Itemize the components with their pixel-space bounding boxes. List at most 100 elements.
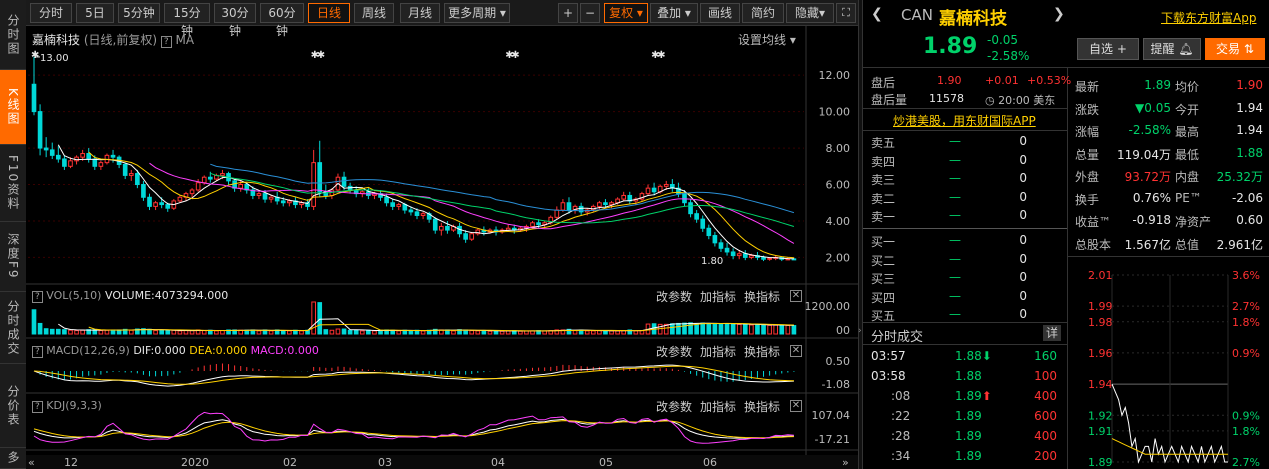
hide-dropdown[interactable]: 隐藏▾ <box>786 3 834 23</box>
volume-bar <box>329 329 335 335</box>
stat-label: 内盘 <box>1175 170 1200 184</box>
left-tab-2[interactable]: F10资料 <box>0 145 26 222</box>
period-button-6[interactable]: 日线 <box>308 3 350 23</box>
fuquan-dropdown[interactable]: 复权 ▾ <box>604 3 648 23</box>
left-tab-1[interactable]: K线图 <box>0 70 26 145</box>
help-icon[interactable]: ? <box>32 291 43 303</box>
orderbook-volume: 0 <box>1019 307 1027 321</box>
period-toolbar: 分时 5日 5分钟 15分钟 30分钟 60分钟 日线 周线 月线 更多周期 ▾ + − 复权 ▾… <box>26 0 858 38</box>
volume-bar <box>487 330 493 335</box>
kdj-add-indicator-button[interactable]: 加指标 <box>700 398 736 415</box>
vol-swap-indicator-button[interactable]: 换指标 <box>744 288 780 305</box>
period-button-8[interactable]: 月线 <box>400 3 440 23</box>
volume-bar <box>469 330 475 335</box>
period-button-3[interactable]: 15分钟 <box>164 3 210 38</box>
help-icon[interactable]: ? <box>32 401 43 413</box>
kdj-axis-label: 107.04 <box>812 409 851 422</box>
orderbook-price: — <box>949 189 961 204</box>
left-tab-3[interactable]: 深度F9 <box>0 222 26 292</box>
zoom-in-button[interactable]: + <box>558 3 578 23</box>
event-marker-icon[interactable]: ✱ <box>511 50 519 61</box>
x-axis-label: 05 <box>599 456 613 469</box>
period-button-4[interactable]: 30分钟 <box>214 3 256 38</box>
after-hours-vol: 11578 <box>929 92 964 105</box>
watchlist-button[interactable]: 自选 + <box>1077 38 1139 60</box>
vol-change-param-button[interactable]: 改参数 <box>656 288 692 305</box>
period-button-9[interactable]: 更多周期 ▾ <box>444 3 510 23</box>
alert-button[interactable]: 提醒 🔔︎ <box>1143 38 1201 60</box>
zoom-out-button[interactable]: − <box>580 3 600 23</box>
candle <box>475 228 481 236</box>
left-tab-5[interactable]: 分价表 <box>0 364 26 448</box>
period-label: 更多周期 <box>448 6 497 20</box>
fullscreen-icon[interactable]: ⛶ <box>836 3 856 23</box>
kdj-close-icon[interactable]: ✕ <box>790 400 802 412</box>
macd-close-icon[interactable]: ✕ <box>790 345 802 357</box>
swap-arrows-icon: ⇅ <box>1243 42 1254 56</box>
orderbook-price: — <box>949 251 961 266</box>
orderbook-volume: 0 <box>1019 152 1027 167</box>
volume-bar <box>755 324 760 335</box>
simple-button[interactable]: 简约 <box>742 3 784 23</box>
mini-pct-label: 0.9% <box>1232 409 1260 422</box>
scroll-right-icon[interactable]: » <box>842 456 849 469</box>
event-marker-icon[interactable]: ✱ <box>657 50 665 61</box>
kdj-change-param-button[interactable]: 改参数 <box>656 398 692 415</box>
event-marker-icon[interactable]: ✱ <box>31 50 39 61</box>
macd-dif-line <box>33 364 794 387</box>
vol-close-icon[interactable]: ✕ <box>790 290 802 302</box>
volume-ma-line <box>88 322 794 332</box>
period-button-1[interactable]: 5日 <box>76 3 114 23</box>
stat-label: 外盘 <box>1075 170 1100 184</box>
x-axis-label: 02 <box>283 456 297 469</box>
macd-change-param-button[interactable]: 改参数 <box>656 343 692 360</box>
mini-price-label: 1.99 <box>1088 300 1113 313</box>
draw-button[interactable]: 画线 <box>700 3 740 23</box>
kdj-swap-indicator-button[interactable]: 换指标 <box>744 398 780 415</box>
period-button-0[interactable]: 分时 <box>30 3 72 23</box>
volume-bar <box>724 323 730 335</box>
hide-label: 隐藏 <box>794 6 819 20</box>
alert-label: 提醒 <box>1150 42 1175 56</box>
caret-down-icon: ▾ <box>633 6 643 20</box>
event-marker-icon[interactable]: ✱ <box>317 50 325 61</box>
kdj-j-line <box>33 411 794 444</box>
candle <box>311 149 316 211</box>
candle <box>724 242 730 256</box>
orderbook-volume: 0 <box>1019 171 1027 185</box>
download-app-link[interactable]: 下载东方财富App <box>1161 9 1256 26</box>
macd-add-indicator-button[interactable]: 加指标 <box>700 343 736 360</box>
left-tab-0[interactable]: 分时图 <box>0 0 26 70</box>
volume-bar <box>718 323 724 335</box>
help-icon[interactable]: ? <box>32 346 43 358</box>
caret-down-icon: ▾ <box>681 6 691 20</box>
stat-label: 涨跌 <box>1075 102 1100 117</box>
volume-bar <box>366 329 371 335</box>
stat-value: 119.04万 <box>1117 147 1171 162</box>
left-tab-6[interactable]: 多 <box>0 448 26 469</box>
trade-button[interactable]: 交易 ⇅ <box>1205 38 1265 60</box>
trades-detail-button[interactable]: 详 <box>1043 325 1061 341</box>
period-button-5[interactable]: 60分钟 <box>260 3 304 38</box>
next-stock-icon[interactable]: ❯ <box>1053 6 1065 22</box>
stat-value: -2.58% <box>1128 123 1171 137</box>
scroll-left-icon[interactable]: « <box>28 456 35 469</box>
prev-stock-icon[interactable]: ❮ <box>871 6 883 22</box>
volume-bar <box>104 329 110 335</box>
promo-link[interactable]: 炒港美股，用东财国际APP <box>893 112 1036 129</box>
stat-label: 总量 <box>1075 147 1100 162</box>
vol-add-indicator-button[interactable]: 加指标 <box>700 288 736 305</box>
trade-label: 交易 <box>1216 42 1241 56</box>
left-tab-4[interactable]: 分时成交 <box>0 292 26 364</box>
orderbook-label: 买四 <box>871 290 896 305</box>
trade-price-value: 1.89 <box>955 429 982 443</box>
stat-value: 0.60 <box>1236 213 1263 227</box>
stat-value: 2.961亿 <box>1216 237 1263 252</box>
mini-price-label: 1.92 <box>1088 409 1113 422</box>
volume-bar <box>615 330 620 335</box>
period-button-2[interactable]: 5分钟 <box>118 3 160 23</box>
period-button-7[interactable]: 周线 <box>354 3 394 23</box>
overlay-dropdown[interactable]: 叠加 ▾ <box>650 3 698 23</box>
volume-bar <box>201 330 207 335</box>
macd-swap-indicator-button[interactable]: 换指标 <box>744 343 780 360</box>
